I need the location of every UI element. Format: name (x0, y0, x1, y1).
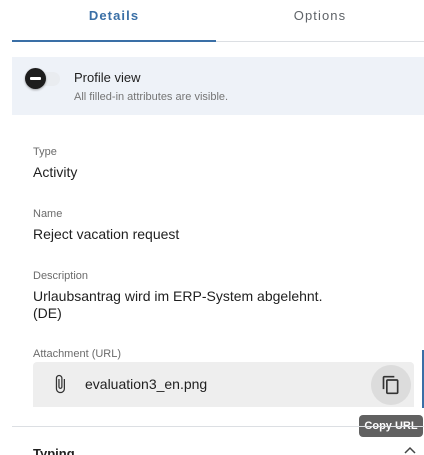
profile-view-subtitle: All filled-in attributes are visible. (74, 91, 229, 103)
chevron-up-icon[interactable] (404, 445, 416, 455)
profile-view-banner: Profile view All filled-in attributes ar… (12, 57, 424, 115)
typing-section-header[interactable]: Typing (33, 446, 75, 455)
profile-view-title: Profile view (74, 70, 141, 85)
tab-bar: Details Options (12, 0, 424, 42)
copy-icon (382, 375, 399, 395)
active-tab-indicator (12, 40, 216, 42)
section-divider (12, 426, 424, 427)
copy-url-button[interactable] (371, 365, 411, 405)
attachment-field[interactable]: evaluation3_en.png (33, 362, 414, 407)
tab-options[interactable]: Options (216, 0, 424, 41)
attachment-label: Attachment (URL) (33, 348, 122, 360)
tab-details[interactable]: Details (12, 0, 216, 41)
profile-view-toggle[interactable] (25, 68, 46, 89)
name-label: Name (33, 208, 63, 220)
paperclip-icon (55, 374, 65, 394)
type-value: Activity (33, 164, 78, 180)
description-label: Description (33, 270, 89, 282)
description-value-line2: (DE) (33, 305, 62, 321)
type-label: Type (33, 146, 57, 158)
description-value-line1: Urlaubsantrag wird im ERP-System abgeleh… (33, 288, 323, 304)
attachment-filename[interactable]: evaluation3_en.png (85, 376, 207, 392)
name-value: Reject vacation request (33, 226, 180, 242)
